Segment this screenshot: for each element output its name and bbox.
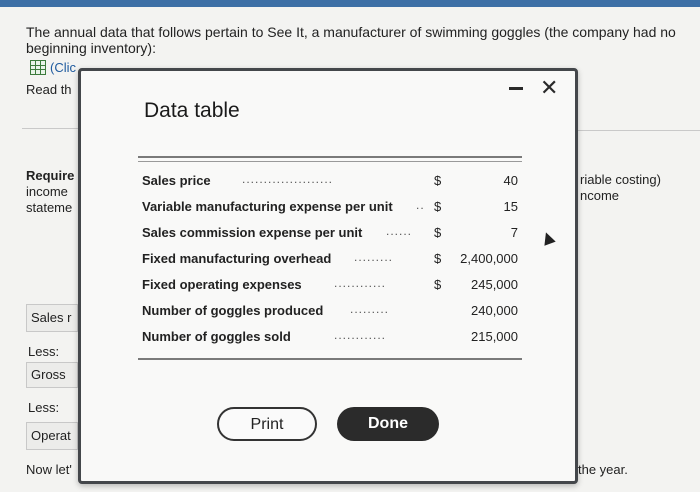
minimize-icon[interactable] (509, 87, 523, 90)
operating-row-cell: Operat (26, 422, 78, 450)
table-row: Sales commission expense per unit ......… (138, 220, 522, 246)
requirement-text: stateme (26, 200, 73, 215)
row-label: Number of goggles produced (142, 303, 324, 318)
leader-dots: .. (416, 198, 425, 212)
requirement-heading: Require (26, 168, 75, 183)
row-value: 40 (503, 173, 518, 188)
data-table-dialog: Data table ✕ Sales price ...............… (78, 68, 578, 484)
table-row: Number of goggles sold ............ 215,… (138, 324, 522, 350)
top-accent-bar (0, 0, 700, 7)
requirement-text-right: ncome (580, 188, 620, 203)
requirement-text-right: riable costing) (580, 172, 661, 187)
sales-row-cell: Sales r (26, 304, 78, 332)
dialog-title: Data table (144, 99, 240, 122)
row-label: Fixed manufacturing overhead (142, 251, 332, 266)
leader-dots: ...... (386, 224, 413, 238)
close-icon[interactable]: ✕ (540, 77, 558, 99)
leader-dots: ............ (334, 328, 387, 342)
row-label: Fixed operating expenses (142, 277, 302, 292)
read-text: Read th (26, 82, 72, 97)
spreadsheet-icon (30, 60, 46, 75)
row-value: 245,000 (471, 277, 518, 292)
row-value: 215,000 (471, 329, 518, 344)
data-table-link-label: (Clic (50, 60, 76, 75)
divider (578, 130, 700, 131)
row-value: 7 (510, 225, 518, 240)
data-table-link[interactable]: (Clic (30, 60, 76, 75)
problem-intro: The annual data that follows pertain to … (26, 24, 676, 56)
data-table: Sales price ..................... $ 40 V… (138, 156, 522, 360)
row-currency: $ (434, 251, 442, 266)
table-row: Fixed operating expenses ............ $ … (138, 272, 522, 298)
gross-row-cell: Gross (26, 362, 78, 388)
print-button[interactable]: Print (217, 407, 317, 441)
table-row: Variable manufacturing expense per unit … (138, 194, 522, 220)
leader-dots: ......... (350, 302, 390, 316)
row-label: Sales commission expense per unit (142, 225, 363, 240)
leader-dots: ......... (354, 250, 394, 264)
row-currency: $ (434, 277, 442, 292)
row-label: Number of goggles sold (142, 329, 291, 344)
row-label: Variable manufacturing expense per unit (142, 199, 393, 214)
leader-dots: ............ (334, 276, 387, 290)
less-label: Less: (28, 344, 60, 359)
requirement-text: income (26, 184, 68, 199)
divider (22, 128, 78, 129)
row-label: Sales price (142, 173, 211, 188)
less-label: Less: (28, 400, 60, 415)
row-currency: $ (434, 199, 442, 214)
the-year-text: the year. (578, 462, 628, 477)
row-value: 15 (503, 199, 518, 214)
row-currency: $ (434, 225, 442, 240)
row-value: 2,400,000 (460, 251, 518, 266)
table-row: Fixed manufacturing overhead ......... $… (138, 246, 522, 272)
table-row: Number of goggles produced ......... 240… (138, 298, 522, 324)
table-row: Sales price ..................... $ 40 (138, 168, 522, 194)
row-currency: $ (434, 173, 442, 188)
now-let-text: Now let' (26, 462, 72, 477)
row-value: 240,000 (471, 303, 518, 318)
done-button[interactable]: Done (337, 407, 439, 441)
leader-dots: ..................... (242, 172, 334, 186)
